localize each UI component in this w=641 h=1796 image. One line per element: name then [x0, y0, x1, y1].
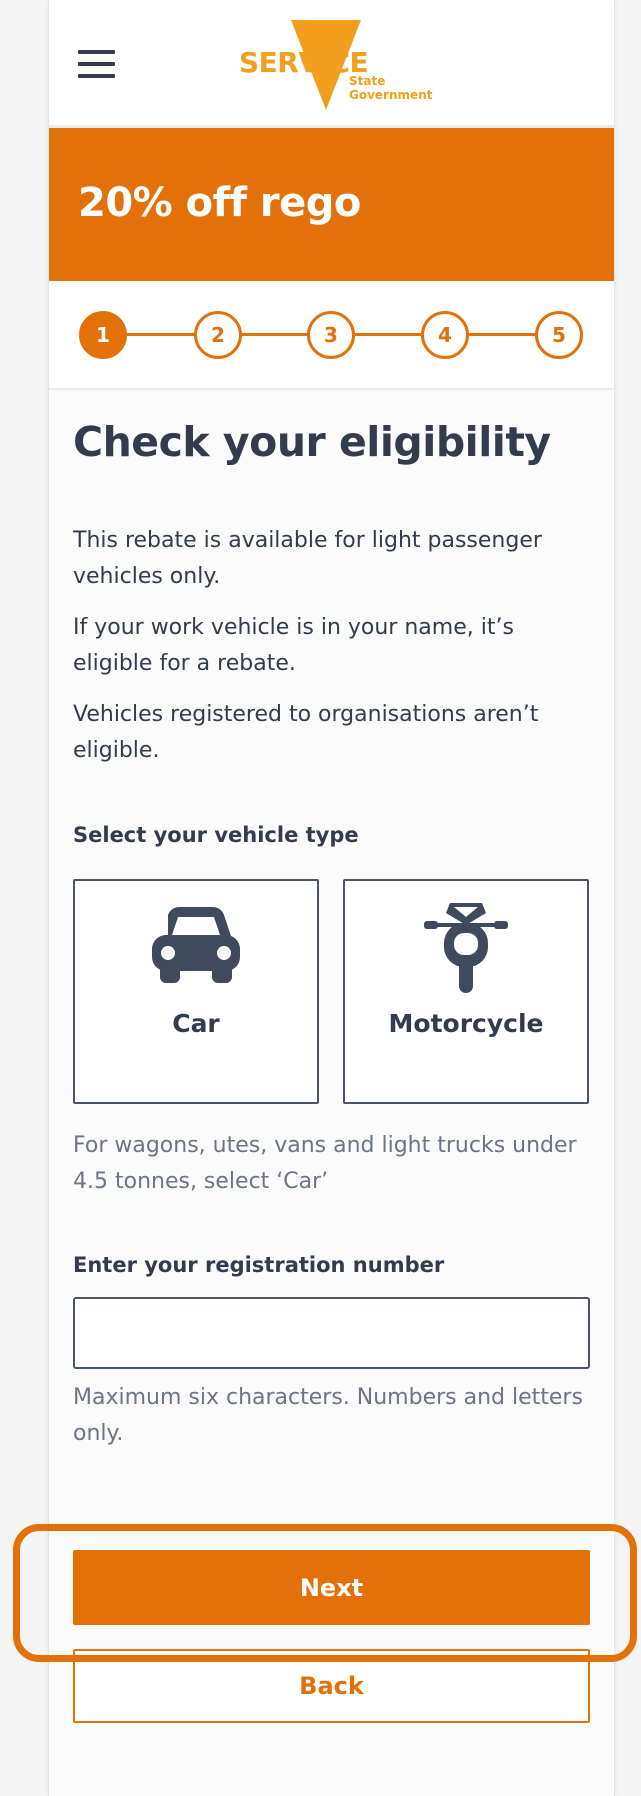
step-3[interactable]: 3: [307, 311, 355, 359]
menu-button[interactable]: [78, 48, 116, 80]
hamburger-icon: [78, 50, 115, 54]
step-1[interactable]: 1: [79, 311, 127, 359]
step-4[interactable]: 4: [421, 311, 469, 359]
motorcycle-icon: [424, 903, 508, 993]
service-logo[interactable]: SERVICE State Government: [239, 18, 439, 114]
vehicle-option-label: Car: [172, 1009, 220, 1038]
vehicle-option-car[interactable]: Car: [73, 879, 319, 1104]
vehicle-type-label: Select your vehicle type: [73, 823, 359, 847]
registration-hint: Maximum six characters. Numbers and lett…: [73, 1385, 583, 1446]
phone-screen: SERVICE State Government 20% off rego 1 …: [49, 0, 614, 1796]
banner-title: 20% off rego: [78, 180, 361, 226]
progress-stepper: 1 2 3 4 5: [49, 281, 614, 390]
page-title: Check your eligibility: [73, 418, 551, 466]
page-banner: 20% off rego: [49, 128, 614, 281]
vehicle-hint: For wagons, utes, vans and light trucks …: [73, 1133, 577, 1194]
next-button[interactable]: Next: [73, 1550, 590, 1625]
step-2[interactable]: 2: [194, 311, 242, 359]
site-header: SERVICE State Government: [49, 0, 614, 128]
info-paragraph: If your work vehicle is in your name, it…: [73, 615, 514, 676]
logo-subtitle: State Government: [349, 74, 433, 102]
registration-label: Enter your registration number: [73, 1253, 445, 1277]
info-paragraph: Vehicles registered to organisations are…: [73, 702, 539, 763]
vehicle-option-motorcycle[interactable]: Motorcycle: [343, 879, 589, 1104]
car-icon: [152, 907, 240, 983]
back-button[interactable]: Back: [73, 1649, 590, 1723]
vehicle-option-label: Motorcycle: [388, 1009, 544, 1038]
info-paragraph: This rebate is available for light passe…: [73, 528, 542, 589]
registration-number-input[interactable]: [73, 1297, 590, 1369]
step-5[interactable]: 5: [535, 311, 583, 359]
